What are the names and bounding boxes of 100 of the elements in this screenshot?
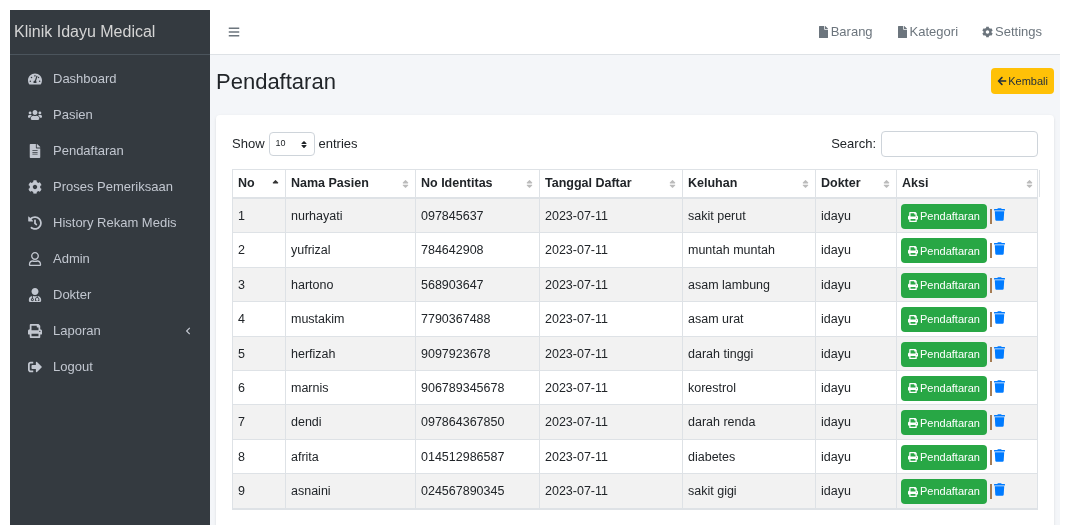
table-cell: 2023-07-11 — [545, 243, 608, 258]
sidebar-item[interactable]: Dashboard — [10, 61, 210, 97]
table-cell: idayu — [821, 415, 851, 430]
sidebar-item[interactable]: History Rekam Medis — [10, 205, 210, 241]
page-size-select[interactable]: 10 — [268, 132, 315, 156]
sidebar-item[interactable]: Pendaftaran — [10, 133, 210, 169]
sidebar-item[interactable]: Proses Pemeriksaan — [10, 169, 210, 205]
table-cell: idayu — [821, 277, 851, 292]
menu-icon[interactable] — [228, 26, 240, 38]
table-cell: herfizah — [291, 346, 336, 361]
table-cell: sakit perut — [688, 209, 746, 223]
logout-icon — [28, 360, 42, 374]
column-header[interactable]: No — [233, 170, 286, 197]
table-cell: 784642908 — [421, 243, 484, 258]
table-cell: 097845637 — [421, 209, 484, 223]
separator-bar — [989, 484, 992, 500]
doctor-icon — [28, 288, 42, 302]
arrow-left-icon — [997, 76, 1008, 86]
table-cell: asam urat — [688, 312, 744, 327]
table-cell: idayu — [821, 243, 851, 258]
trash-icon[interactable] — [993, 242, 1005, 256]
nav-link[interactable]: Settings — [982, 22, 1042, 42]
separator-bar — [989, 449, 992, 465]
table-cell: darah renda — [688, 415, 756, 430]
table-cell: mustakim — [291, 312, 345, 327]
table-cell: idayu — [821, 312, 851, 327]
printer-icon — [908, 383, 918, 394]
table-cell: 7 — [238, 415, 245, 430]
page-title: Pendaftaran — [216, 67, 336, 96]
column-header[interactable]: Aksi — [897, 170, 1040, 197]
sidebar-item[interactable]: Dokter — [10, 277, 210, 313]
sidebar-item[interactable]: Admin — [10, 241, 210, 277]
trash-icon[interactable] — [993, 448, 1005, 462]
table-cell: diabetes — [688, 449, 736, 464]
table-cell: asnaini — [291, 484, 331, 499]
printer-icon — [908, 211, 918, 222]
printer-icon — [908, 486, 918, 497]
search-label: Search: — [831, 135, 876, 154]
table-cell: 2023-07-11 — [545, 449, 608, 464]
table-cell: 2023-07-11 — [545, 277, 608, 292]
gear-icon — [28, 180, 42, 194]
sidebar-item[interactable]: Laporan — [10, 313, 210, 349]
table-cell: marnis — [291, 380, 329, 395]
table-cell: 9097923678 — [421, 346, 491, 361]
history-icon — [28, 216, 42, 230]
trash-icon[interactable] — [993, 414, 1005, 428]
table-cell: 6 — [238, 380, 245, 395]
table-cell: asam lambung — [688, 277, 770, 292]
user-icon — [28, 252, 42, 266]
column-header[interactable]: Nama Pasien — [286, 170, 416, 197]
sidebar-item[interactable]: Pasien — [10, 97, 210, 133]
trash-icon[interactable] — [993, 208, 1005, 221]
entries-label: entries — [318, 135, 358, 154]
table-cell: idayu — [821, 346, 851, 361]
column-header[interactable]: Keluhan — [683, 170, 816, 197]
separator-bar — [989, 346, 992, 362]
printer-icon — [908, 245, 918, 256]
table-cell: 2023-07-11 — [545, 415, 608, 430]
table-cell: muntah muntah — [688, 243, 775, 258]
table-cell: 4 — [238, 312, 245, 327]
separator-bar — [989, 209, 992, 224]
show-label: Show — [232, 135, 265, 154]
table-cell: 014512986587 — [421, 449, 505, 464]
trash-icon[interactable] — [993, 311, 1005, 325]
trash-icon[interactable] — [993, 379, 1005, 393]
table-cell: idayu — [821, 484, 851, 499]
printer-icon — [908, 452, 918, 463]
nav-link[interactable]: Kategori — [896, 22, 958, 42]
table-cell: korestrol — [688, 380, 736, 395]
file-icon — [817, 26, 829, 38]
printer-icon — [28, 324, 42, 338]
table-cell: idayu — [821, 380, 851, 395]
table-cell: 9 — [238, 484, 245, 499]
table-cell: 8 — [238, 449, 245, 464]
table-cell: 2023-07-11 — [545, 209, 608, 223]
separator-bar — [989, 380, 992, 396]
table-cell: 2 — [238, 243, 245, 258]
search-field[interactable] — [881, 131, 1038, 157]
table-cell: 906789345678 — [421, 380, 505, 395]
nav-link[interactable]: Barang — [817, 22, 873, 42]
table-cell: nurhayati — [291, 209, 343, 223]
back-button[interactable]: Kembali — [991, 68, 1054, 94]
trash-icon[interactable] — [993, 276, 1005, 290]
printer-icon — [908, 417, 918, 428]
trash-icon[interactable] — [993, 345, 1005, 359]
column-header[interactable]: Tanggal Daftar — [540, 170, 683, 197]
document-icon — [28, 144, 42, 158]
brand-title: Klinik Idayu Medical — [14, 22, 156, 42]
printer-icon — [908, 280, 918, 291]
table-cell: 2023-07-11 — [545, 380, 608, 395]
separator-bar — [989, 277, 992, 293]
table-cell: 2023-07-11 — [545, 346, 608, 361]
table-cell: 3 — [238, 277, 245, 292]
table-cell: idayu — [821, 449, 851, 464]
dashboard-icon — [28, 72, 42, 86]
trash-icon[interactable] — [993, 483, 1005, 497]
sidebar-item[interactable]: Logout — [10, 349, 210, 385]
select-arrows-icon — [299, 139, 308, 149]
column-header[interactable]: Dokter — [816, 170, 897, 197]
column-header[interactable]: No Identitas — [416, 170, 540, 197]
